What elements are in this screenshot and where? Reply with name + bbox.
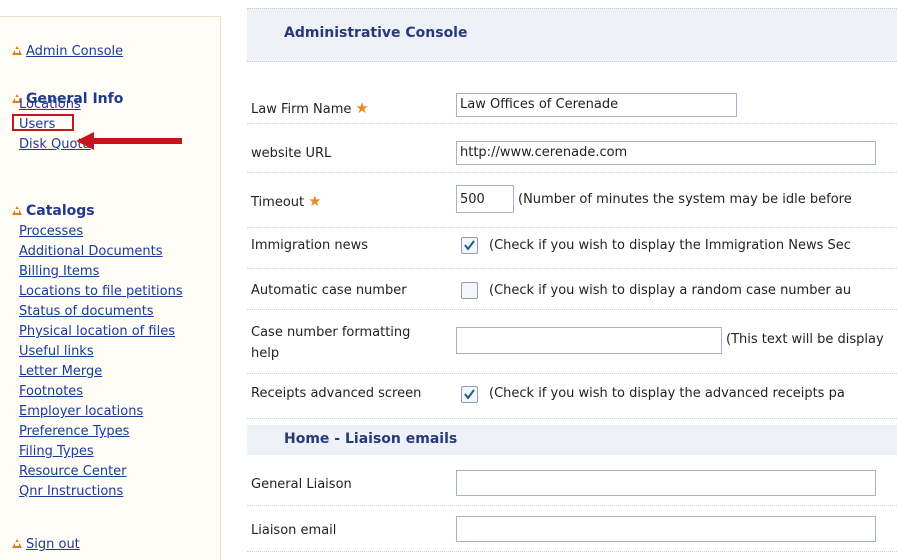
admin-console-link[interactable]: Admin Console (26, 44, 123, 59)
main-panel: Administrative Console Law Firm Name ★ La… (247, 0, 897, 559)
immigration-news-hint: (Check if you wish to display the Immigr… (489, 238, 851, 253)
general-liaison-label: General Liaison (251, 477, 352, 492)
case-number-help-input[interactable] (456, 327, 722, 354)
receipts-advanced-row: Receipts advanced screen (Check if you w… (247, 374, 897, 419)
admin-console-nav[interactable]: Admin Console (12, 44, 123, 59)
website-url-row: website URL http://www.cerenade.com (247, 124, 897, 173)
sidebar-item-letter-merge[interactable]: Letter Merge (19, 364, 102, 379)
warning-triangle-icon (12, 206, 22, 215)
catalogs-list: Processes Additional Documents Billing I… (19, 222, 183, 502)
sidebar-item-locations[interactable]: Locations (19, 97, 81, 112)
timeout-label: Timeout ★ (251, 192, 322, 210)
checkmark-icon (464, 389, 475, 400)
sidebar-item-filing-types[interactable]: Filing Types (19, 444, 94, 459)
warning-triangle-icon (12, 539, 22, 548)
list-item[interactable]: Preference Types (19, 422, 183, 442)
catalogs-heading: Catalogs (12, 203, 95, 219)
page-header: Administrative Console (247, 8, 897, 62)
auto-case-number-row: Automatic case number (Check if you wish… (247, 269, 897, 310)
sidebar-item-preference-types[interactable]: Preference Types (19, 424, 129, 439)
checkmark-icon (464, 240, 475, 251)
law-firm-label: Law Firm Name ★ (251, 99, 369, 117)
required-star-icon: ★ (355, 99, 369, 117)
list-item[interactable]: Physical location of files (19, 322, 183, 342)
law-firm-input[interactable]: Law Offices of Cerenade (456, 93, 737, 117)
receipts-advanced-hint: (Check if you wish to display the advanc… (489, 386, 845, 401)
law-firm-row: Law Firm Name ★ Law Offices of Cerenade (247, 87, 897, 124)
required-star-icon: ★ (308, 192, 322, 210)
home-liaison-header: Home - Liaison emails (247, 425, 897, 455)
general-liaison-input[interactable] (456, 470, 876, 496)
list-item[interactable]: Resource Center (19, 462, 183, 482)
sidebar-item-resource-center[interactable]: Resource Center (19, 464, 127, 479)
timeout-row: Timeout ★ 500 (Number of minutes the syst… (247, 173, 897, 228)
liaison-email-input[interactable] (456, 516, 876, 542)
sidebar-item-physical-location[interactable]: Physical location of files (19, 324, 175, 339)
auto-case-number-checkbox[interactable] (461, 282, 478, 299)
users-highlight-box (12, 114, 74, 131)
sign-out-link[interactable]: Sign out (26, 537, 80, 552)
warning-triangle-icon (12, 46, 22, 55)
list-item[interactable]: Letter Merge (19, 362, 183, 382)
sidebar-item-employer-locations[interactable]: Employer locations (19, 404, 143, 419)
list-item[interactable]: Qnr Instructions (19, 482, 183, 502)
website-url-input[interactable]: http://www.cerenade.com (456, 141, 876, 165)
list-item[interactable]: Useful links (19, 342, 183, 362)
liaison-email-row: Liaison email (247, 506, 897, 552)
liaison-email-label: Liaison email (251, 523, 337, 538)
immigration-news-label: Immigration news (251, 238, 369, 253)
sidebar-item-additional-documents[interactable]: Additional Documents (19, 244, 163, 259)
sidebar-item-locations-to-file[interactable]: Locations to file petitions (19, 284, 183, 299)
timeout-hint: (Number of minutes the system may be idl… (518, 192, 852, 207)
immigration-news-row: Immigration news (Check if you wish to d… (247, 228, 897, 269)
case-number-help-label: Case number formatting help (251, 325, 411, 361)
sidebar-item-qnr-instructions[interactable]: Qnr Instructions (19, 484, 123, 499)
list-item[interactable]: Locations to file petitions (19, 282, 183, 302)
website-url-label: website URL (251, 146, 332, 161)
auto-case-number-hint: (Check if you wish to display a random c… (489, 283, 852, 298)
sidebar-item-status-of-documents[interactable]: Status of documents (19, 304, 154, 319)
list-item[interactable]: Filing Types (19, 442, 183, 462)
receipts-advanced-label: Receipts advanced screen (251, 386, 422, 401)
list-item[interactable]: Locations (19, 95, 91, 115)
timeout-input[interactable]: 500 (456, 185, 514, 213)
list-item[interactable]: Status of documents (19, 302, 183, 322)
red-arrow-annotation (76, 132, 182, 150)
home-liaison-title: Home - Liaison emails (284, 431, 458, 447)
case-number-help-hint: (This text will be display (726, 332, 884, 347)
sidebar-item-footnotes[interactable]: Footnotes (19, 384, 83, 399)
page-title: Administrative Console (284, 25, 468, 41)
list-item[interactable]: Processes (19, 222, 183, 242)
receipts-advanced-checkbox[interactable] (461, 386, 478, 403)
list-item[interactable]: Employer locations (19, 402, 183, 422)
list-item[interactable]: Additional Documents (19, 242, 183, 262)
sign-out-nav[interactable]: Sign out (12, 537, 80, 552)
list-item[interactable]: Footnotes (19, 382, 183, 402)
sidebar-item-processes[interactable]: Processes (19, 224, 83, 239)
case-number-help-row: Case number formatting help (This text wi… (247, 310, 897, 374)
general-liaison-row: General Liaison (247, 460, 897, 506)
immigration-news-checkbox[interactable] (461, 237, 478, 254)
auto-case-number-label: Automatic case number (251, 283, 407, 298)
list-item[interactable]: Billing Items (19, 262, 183, 282)
sidebar-item-useful-links[interactable]: Useful links (19, 344, 94, 359)
sidebar-item-billing-items[interactable]: Billing Items (19, 264, 99, 279)
